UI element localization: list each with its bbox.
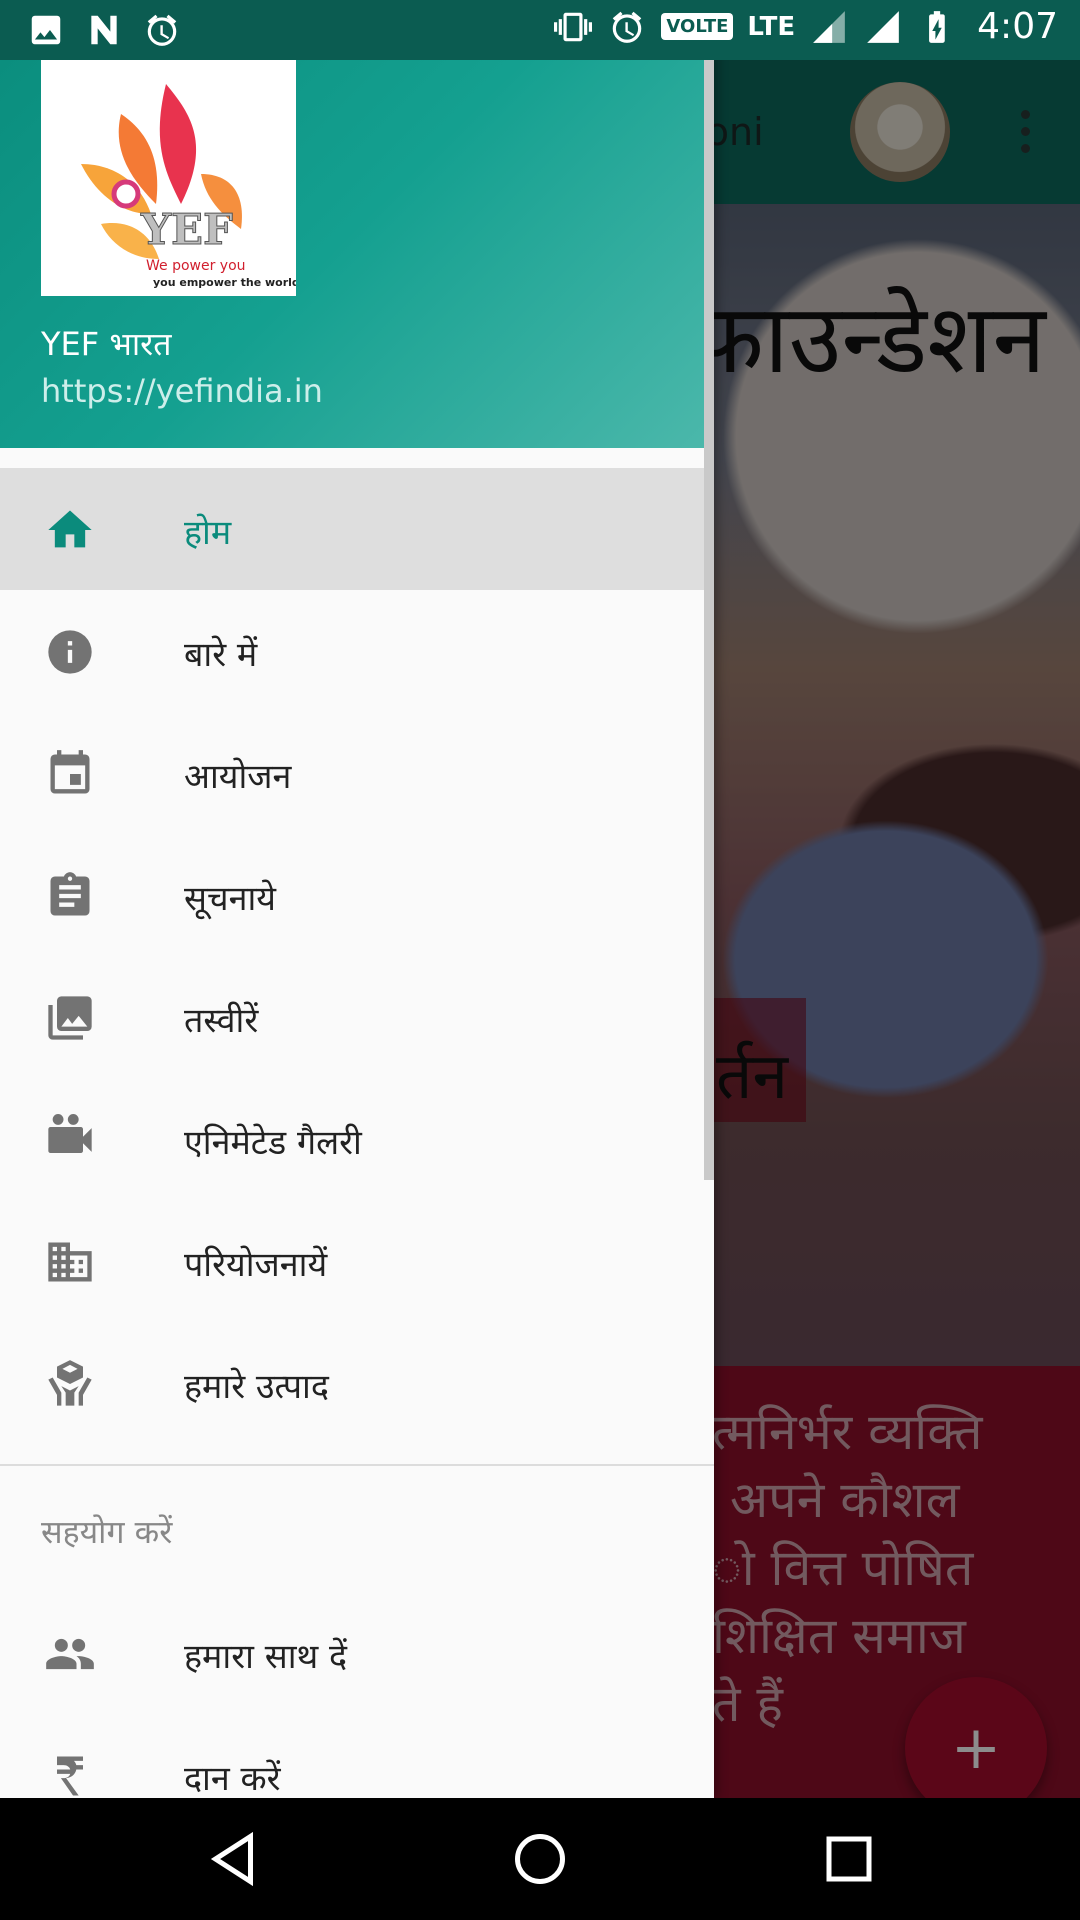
recents-button[interactable] <box>818 1828 880 1890</box>
menu-item-label: एनिमेटेड गैलरी <box>184 1123 362 1163</box>
image-notification-icon <box>26 10 66 50</box>
logo-text: YEF <box>140 205 233 254</box>
info-icon <box>42 627 98 677</box>
clock: 4:07 <box>977 6 1058 47</box>
logo-tagline-2: you empower the world <box>153 276 296 289</box>
yef-logo: YEF We power you you empower the world <box>41 54 300 296</box>
menu-item-home[interactable]: होम <box>0 468 714 590</box>
lte-indicator: LTE <box>747 11 796 42</box>
menu-item-label: दान करें <box>184 1759 281 1798</box>
menu-item-products[interactable]: हमारे उत्पाद <box>0 1322 714 1444</box>
menu-item-about[interactable]: बारे में <box>0 590 714 712</box>
navigation-drawer: YEF We power you you empower the world Y… <box>0 0 714 1798</box>
support-menu: हमारा साथ दें दान करें <box>0 1592 714 1798</box>
menu-item-animated-gallery[interactable]: एनिमेटेड गैलरी <box>0 1078 714 1200</box>
clipboard-icon <box>42 871 98 921</box>
home-icon <box>42 505 98 555</box>
drawer-scrim[interactable] <box>714 60 1080 1798</box>
drawer-website-link[interactable]: https://yefindia.in <box>41 372 323 410</box>
alarm-notification-icon <box>142 10 182 50</box>
building-icon <box>42 1237 98 1287</box>
home-circle-icon <box>515 1834 565 1884</box>
rupee-icon <box>42 1751 98 1798</box>
home-button[interactable] <box>509 1828 571 1890</box>
menu-item-events[interactable]: आयोजन <box>0 712 714 834</box>
menu-item-notices[interactable]: सूचनाये <box>0 834 714 956</box>
menu-item-label: तस्वीरें <box>184 1001 259 1041</box>
logo-tagline: We power you <box>146 258 246 274</box>
status-right: VOLTE LTE 4:07 <box>553 6 1058 47</box>
menu-item-label: हमारे उत्पाद <box>184 1367 329 1407</box>
calendar-icon <box>42 749 98 799</box>
video-camera-icon <box>42 1114 98 1165</box>
drawer-menu: होम बारे में आयोजन सूचनाये तस्वीरें एनिम… <box>0 468 714 1444</box>
menu-item-join-us[interactable]: हमारा साथ दें <box>0 1592 714 1714</box>
menu-item-photos[interactable]: तस्वीरें <box>0 956 714 1078</box>
system-nav-bar <box>0 1798 1080 1920</box>
alarm-icon <box>607 7 647 47</box>
menu-item-label: सूचनाये <box>184 879 276 919</box>
signal-2-icon <box>863 7 903 47</box>
n-notification-icon <box>84 10 124 50</box>
photo-library-icon <box>42 993 98 1043</box>
menu-item-label: बारे में <box>184 635 258 675</box>
menu-item-donate[interactable]: दान करें <box>0 1714 714 1798</box>
drawer-scrollbar[interactable] <box>704 54 714 1180</box>
signal-icon <box>809 7 849 47</box>
status-left <box>26 10 182 50</box>
volte-badge: VOLTE <box>661 13 734 40</box>
vibrate-icon <box>553 7 593 47</box>
menu-item-label: परियोजनायें <box>184 1245 328 1285</box>
menu-item-label: आयोजन <box>184 757 292 797</box>
menu-item-label: हमारा साथ दें <box>184 1637 348 1677</box>
product-hands-icon <box>42 1359 98 1409</box>
battery-charging-icon <box>917 7 957 47</box>
drawer-title: YEF भारत <box>41 325 172 363</box>
menu-item-label: होम <box>184 513 232 553</box>
drawer-header: YEF We power you you empower the world Y… <box>0 0 714 448</box>
back-icon <box>210 1831 253 1887</box>
back-button[interactable] <box>202 1828 264 1890</box>
recents-icon <box>826 1836 872 1882</box>
support-section-header: सहयोग करें <box>41 1513 173 1551</box>
menu-item-projects[interactable]: परियोजनायें <box>0 1200 714 1322</box>
menu-divider <box>0 1464 714 1466</box>
status-bar: VOLTE LTE 4:07 <box>0 0 1080 60</box>
people-icon <box>42 1629 98 1679</box>
